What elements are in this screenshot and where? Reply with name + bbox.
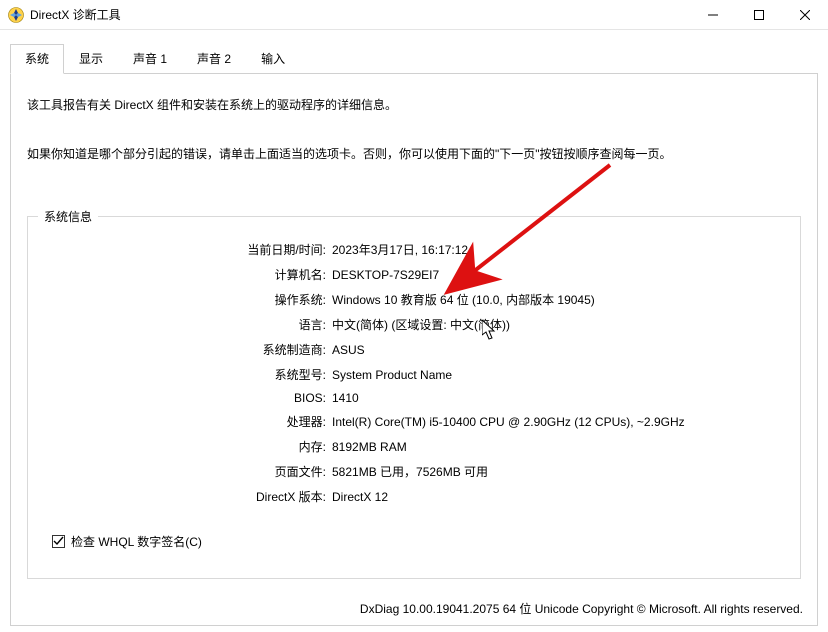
tab-sound-1[interactable]: 声音 1 (118, 44, 182, 74)
tab-label: 声音 2 (197, 52, 231, 66)
tab-label: 显示 (79, 52, 103, 66)
tab-display[interactable]: 显示 (64, 44, 118, 74)
app-icon (8, 7, 24, 23)
info-row-language: 语言: 中文(简体) (区域设置: 中文(简体)) (42, 316, 786, 333)
tab-label: 系统 (25, 52, 49, 66)
info-row-model: 系统型号: System Product Name (42, 366, 786, 383)
window-controls (690, 0, 828, 30)
tab-label: 输入 (261, 52, 285, 66)
window-title: DirectX 诊断工具 (30, 6, 121, 23)
info-row-computer-name: 计算机名: DESKTOP-7S29EI7 (42, 266, 786, 283)
info-label: 计算机名: (42, 266, 332, 283)
info-value: Windows 10 教育版 64 位 (10.0, 内部版本 19045) (332, 291, 595, 308)
info-label: 操作系统: (42, 291, 332, 308)
info-label: 当前日期/时间: (42, 241, 332, 258)
info-value: 8192MB RAM (332, 440, 407, 454)
intro-text-1: 该工具报告有关 DirectX 组件和安装在系统上的驱动程序的详细信息。 (27, 96, 803, 113)
info-value: DirectX 12 (332, 490, 388, 504)
info-value: DESKTOP-7S29EI7 (332, 268, 439, 282)
whql-label: 检查 WHQL 数字签名(C) (71, 533, 202, 550)
info-value: 中文(简体) (区域设置: 中文(简体)) (332, 316, 510, 333)
info-label: 语言: (42, 316, 332, 333)
tab-panel-system: 该工具报告有关 DirectX 组件和安装在系统上的驱动程序的详细信息。 如果你… (10, 73, 818, 626)
info-label: 处理器: (42, 413, 332, 430)
tab-system[interactable]: 系统 (10, 44, 64, 74)
tab-label: 声音 1 (133, 52, 167, 66)
info-value: 2023年3月17日, 16:17:12 (332, 241, 468, 258)
whql-checkbox-row[interactable]: 检查 WHQL 数字签名(C) (52, 533, 786, 550)
info-row-bios: BIOS: 1410 (42, 391, 786, 405)
tab-input[interactable]: 输入 (246, 44, 300, 74)
info-row-manufacturer: 系统制造商: ASUS (42, 341, 786, 358)
info-value: System Product Name (332, 368, 452, 382)
info-value: 5821MB 已用，7526MB 可用 (332, 463, 488, 480)
minimize-button[interactable] (690, 0, 736, 30)
info-label: 系统型号: (42, 366, 332, 383)
system-info-group: 系统信息 当前日期/时间: 2023年3月17日, 16:17:12 计算机名:… (27, 216, 801, 579)
tab-strip: 系统 显示 声音 1 声音 2 输入 (10, 44, 828, 74)
checkbox-icon (52, 535, 65, 548)
info-row-datetime: 当前日期/时间: 2023年3月17日, 16:17:12 (42, 241, 786, 258)
info-value: Intel(R) Core(TM) i5-10400 CPU @ 2.90GHz… (332, 415, 685, 429)
maximize-button[interactable] (736, 0, 782, 30)
info-label: 内存: (42, 438, 332, 455)
info-label: DirectX 版本: (42, 488, 332, 505)
info-row-directx-version: DirectX 版本: DirectX 12 (42, 488, 786, 505)
info-row-os: 操作系统: Windows 10 教育版 64 位 (10.0, 内部版本 19… (42, 291, 786, 308)
close-button[interactable] (782, 0, 828, 30)
info-label: BIOS: (42, 391, 332, 405)
tab-sound-2[interactable]: 声音 2 (182, 44, 246, 74)
info-label: 系统制造商: (42, 341, 332, 358)
intro-text-2: 如果你知道是哪个部分引起的错误，请单击上面适当的选项卡。否则，你可以使用下面的"… (27, 145, 803, 162)
info-row-memory: 内存: 8192MB RAM (42, 438, 786, 455)
system-info-legend: 系统信息 (38, 208, 98, 225)
info-row-processor: 处理器: Intel(R) Core(TM) i5-10400 CPU @ 2.… (42, 413, 786, 430)
info-value: 1410 (332, 391, 359, 405)
titlebar: DirectX 诊断工具 (0, 0, 828, 30)
info-value: ASUS (332, 343, 365, 357)
info-label: 页面文件: (42, 463, 332, 480)
footer-text: DxDiag 10.00.19041.2075 64 位 Unicode Cop… (360, 600, 803, 617)
info-row-pagefile: 页面文件: 5821MB 已用，7526MB 可用 (42, 463, 786, 480)
